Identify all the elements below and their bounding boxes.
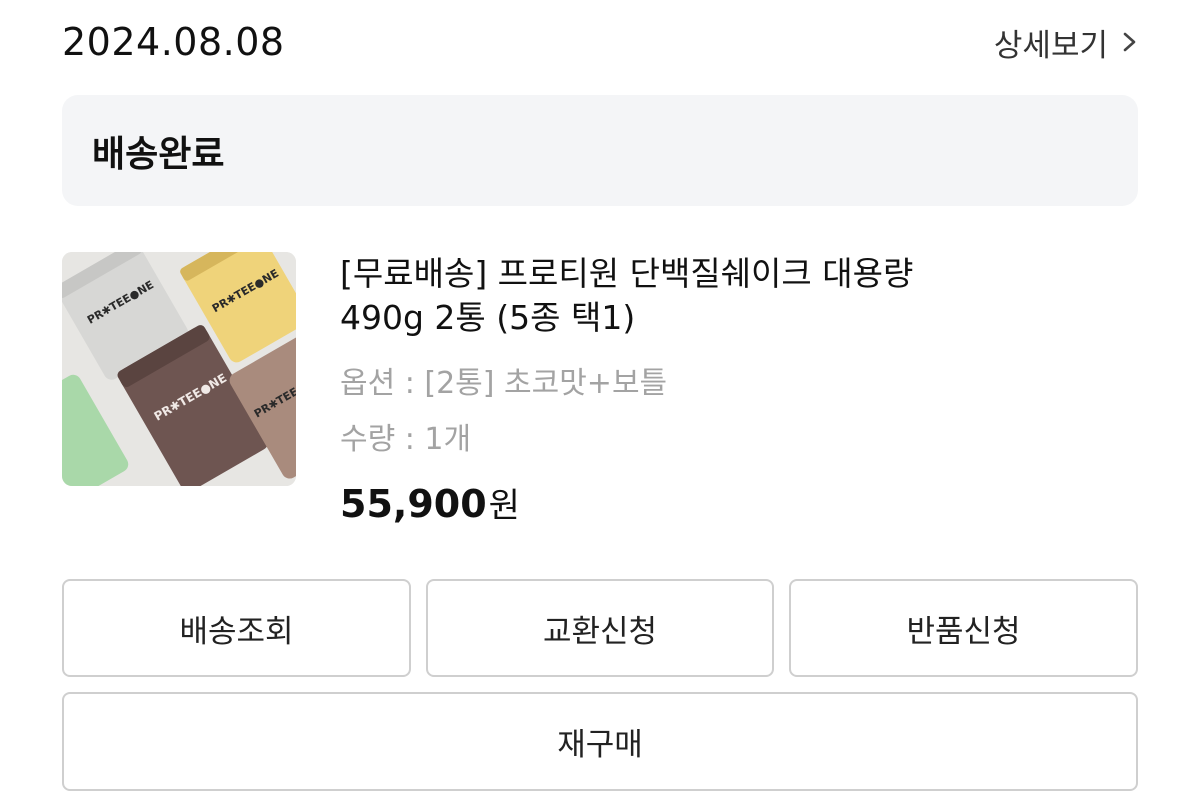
product-title[interactable]: [무료배송] 프로티원 단백질쉐이크 대용량 490g 2통 (5종 택1) <box>340 252 1100 340</box>
product-price-value: 55,900 <box>340 482 487 526</box>
product-info: [무료배송] 프로티원 단백질쉐이크 대용량 490g 2통 (5종 택1) 옵… <box>340 252 1100 527</box>
product-card: PR✱TEE●NE PR✱TEE●NE PR✱TEE●NE PR✱TEE●NE … <box>62 252 1138 542</box>
order-date: 2024.08.08 <box>62 20 285 64</box>
chevron-right-icon <box>1123 32 1136 52</box>
delivery-status-box: 배송완료 <box>62 95 1138 206</box>
product-price: 55,900 원 <box>340 478 1100 527</box>
product-image: PR✱TEE●NE PR✱TEE●NE PR✱TEE●NE PR✱TEE●NE <box>62 252 296 486</box>
order-detail-link[interactable]: 상세보기 <box>994 20 1138 65</box>
track-delivery-button[interactable]: 배송조회 <box>62 579 411 677</box>
exchange-request-button[interactable]: 교환신청 <box>426 579 774 677</box>
order-header: 2024.08.08 상세보기 <box>62 18 1138 66</box>
product-thumbnail[interactable]: PR✱TEE●NE PR✱TEE●NE PR✱TEE●NE PR✱TEE●NE <box>62 252 296 486</box>
delivery-status-label: 배송완료 <box>92 133 225 175</box>
reorder-button[interactable]: 재구매 <box>62 692 1138 791</box>
product-title-line2: 490g 2통 (5종 택1) <box>340 298 636 337</box>
product-option: 옵션 : [2통] 초코맛+보틀 <box>340 366 668 401</box>
product-quantity: 수량 : 1개 <box>340 422 472 457</box>
return-request-button[interactable]: 반품신청 <box>789 579 1138 677</box>
product-price-currency: 원 <box>488 486 520 526</box>
product-title-line1: [무료배송] 프로티원 단백질쉐이크 대용량 <box>340 254 914 293</box>
order-detail-label: 상세보기 <box>993 27 1108 64</box>
